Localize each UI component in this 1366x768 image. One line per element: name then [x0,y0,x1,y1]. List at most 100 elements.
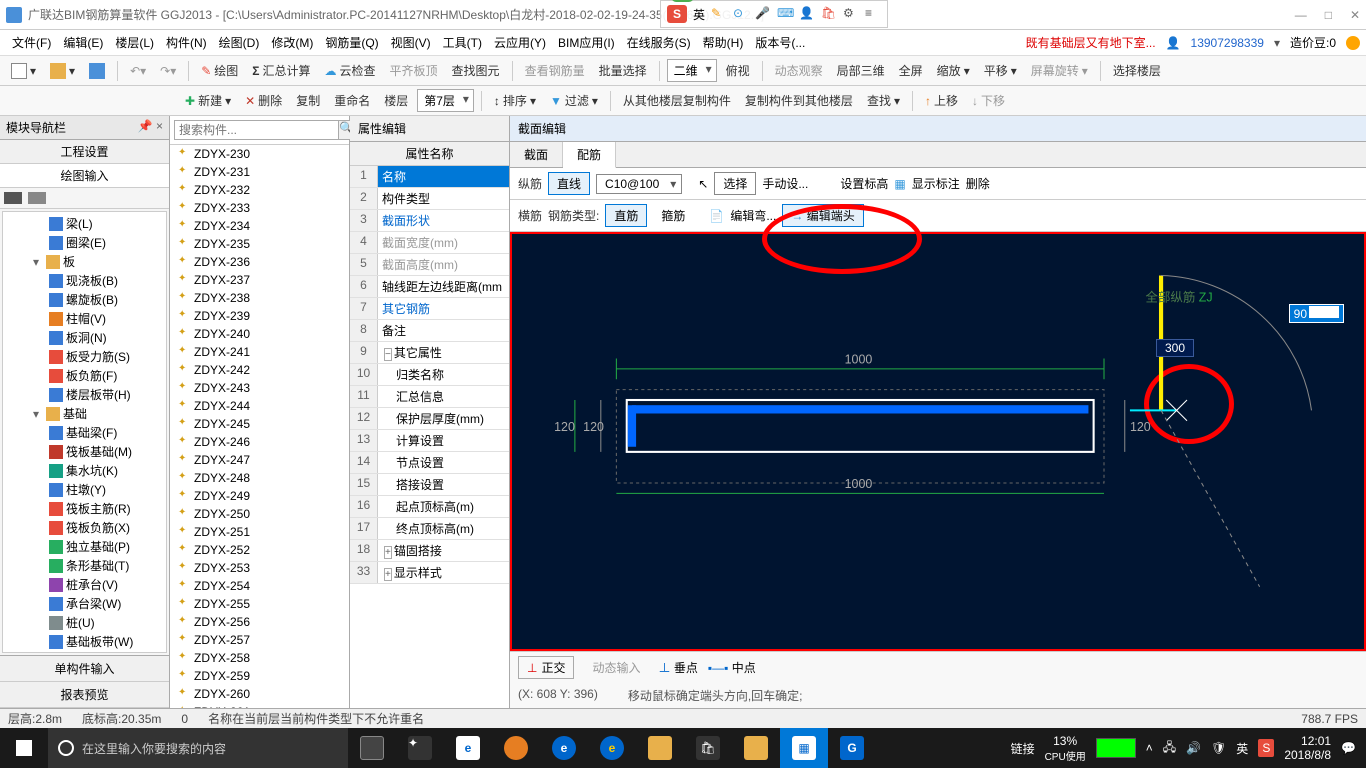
tree-node[interactable]: 独立基础(P) [5,537,164,556]
tree-node[interactable]: 梁(L) [5,214,164,233]
app-g[interactable]: G [828,728,876,768]
taskbar-search[interactable]: 在这里输入你要搜索的内容 [48,728,348,768]
select-floor-button[interactable]: 选择楼层 [1108,59,1166,82]
dyninput-toggle[interactable]: 动态输入 [584,657,648,678]
tree-node[interactable]: 桩(U) [5,613,164,632]
close-button[interactable]: ✕ [1350,8,1360,22]
tray-up-icon[interactable]: ˄ [1146,741,1153,755]
component-item[interactable]: ZDYX-238 [170,289,349,307]
property-row[interactable]: 11汇总信息 [350,386,509,408]
ime-settings-icon[interactable]: ⚙ [843,6,859,22]
component-item[interactable]: ZDYX-254 [170,577,349,595]
property-row[interactable]: 1名称 [350,166,509,188]
ime-opt1-icon[interactable]: ✎ [711,6,727,22]
component-item[interactable]: ZDYX-249 [170,487,349,505]
rebar-spec-combo[interactable]: C10@100 [596,174,682,194]
app-ggj[interactable]: ▦ [780,728,828,768]
tree-node[interactable]: 柱墩(Y) [5,480,164,499]
menu-item[interactable]: 视图(V) [385,33,437,53]
tree-node[interactable]: 板洞(N) [5,328,164,347]
ortho-toggle[interactable]: ⊥正交 [518,656,574,679]
property-row[interactable]: 17终点顶标高(m) [350,518,509,540]
property-row[interactable]: 14节点设置 [350,452,509,474]
menu-item[interactable]: 钢筋量(Q) [319,33,384,53]
view-steel-button[interactable]: 查看钢筋量 [520,59,590,82]
rename-button[interactable]: 重命名 [329,89,375,112]
cpu-meter[interactable]: 13%CPU使用 [1045,734,1086,763]
tray-shield-icon[interactable]: 🛡 [1211,741,1226,755]
sum-button[interactable]: Σ 汇总计算 [247,59,315,82]
property-table[interactable]: 1名称2构件类型3截面形状4截面宽度(mm)5截面高度(mm)6轴线距左边线距离… [350,166,509,708]
tray-lang[interactable]: 英 [1236,740,1248,757]
property-row[interactable]: 15搭接设置 [350,474,509,496]
copy-comp-button[interactable]: 复制 [291,89,325,112]
cloud-check-button[interactable]: ☁云检查 [320,59,381,82]
tree-node[interactable]: 条形基础(T) [5,556,164,575]
app-explorer[interactable] [636,728,684,768]
component-item[interactable]: ZDYX-256 [170,613,349,631]
bird-view-button[interactable]: 俯视 [721,59,755,82]
app-edge[interactable]: e [444,728,492,768]
component-item[interactable]: ZDYX-246 [170,433,349,451]
menu-item[interactable]: 构件(N) [160,33,213,53]
property-row[interactable]: 9−其它属性 [350,342,509,364]
property-row[interactable]: 16起点顶标高(m) [350,496,509,518]
tree-node[interactable]: 板负筋(F) [5,366,164,385]
component-item[interactable]: ZDYX-236 [170,253,349,271]
ime-shop-icon[interactable]: 🛍 [821,6,837,22]
delete-comp-button[interactable]: ✕删除 [240,89,287,112]
component-item[interactable]: ZDYX-230 [170,145,349,163]
ime-bar[interactable]: 67 S 英 ✎ ⊙ 🎤 ⌨ 👤 🛍 ⚙ ≡ [660,0,888,28]
property-row[interactable]: 10归类名称 [350,364,509,386]
tree-node[interactable]: 集水坑(K) [5,461,164,480]
component-items[interactable]: ZDYX-230ZDYX-231ZDYX-232ZDYX-233ZDYX-234… [170,145,349,708]
tree-node[interactable]: 筏板主筋(R) [5,499,164,518]
ime-lang[interactable]: 英 [693,6,705,23]
menu-item[interactable]: 云应用(Y) [488,33,552,53]
notice-text[interactable]: 既有基础层又有地下室... [1026,34,1156,51]
component-item[interactable]: ZDYX-237 [170,271,349,289]
app-note[interactable] [732,728,780,768]
pan-button[interactable]: 平移▾ [979,59,1022,82]
save-button[interactable] [84,60,110,82]
tree-node[interactable]: 圈梁(E) [5,233,164,252]
component-item[interactable]: ZDYX-234 [170,217,349,235]
bean-icon[interactable] [1346,36,1360,50]
new-comp-button[interactable]: ✚新建▾ [180,89,236,112]
menu-item[interactable]: 文件(F) [6,33,57,53]
ime-user-icon[interactable]: 👤 [799,6,815,22]
filter-button[interactable]: ▼过滤▾ [545,89,603,112]
ime-keyboard-icon[interactable]: ⌨ [777,6,793,22]
app-ie[interactable]: e [588,728,636,768]
component-item[interactable]: ZDYX-239 [170,307,349,325]
component-item[interactable]: ZDYX-240 [170,325,349,343]
property-row[interactable]: 2构件类型 [350,188,509,210]
property-row[interactable]: 8备注 [350,320,509,342]
tab-settings[interactable]: 工程设置 [0,140,169,164]
tray-clock[interactable]: 12:012018/8/8 [1284,734,1331,763]
tab-single-input[interactable]: 单构件输入 [0,656,169,682]
user-id[interactable]: 13907298339 [1191,36,1264,50]
menu-item[interactable]: 修改(M) [265,33,319,53]
flat-button[interactable]: 平齐板顶 [385,59,443,82]
property-row[interactable]: 5截面高度(mm) [350,254,509,276]
component-item[interactable]: ZDYX-251 [170,523,349,541]
move-down-button[interactable]: ↓下移 [967,89,1010,112]
tray-notifications-icon[interactable]: 💬 [1341,741,1356,755]
showmark-button[interactable]: 显示标注 [912,175,960,192]
component-item[interactable]: ZDYX-241 [170,343,349,361]
property-row[interactable]: 33+显示样式 [350,562,509,584]
zoom-button[interactable]: 缩放▾ [932,59,975,82]
component-item[interactable]: ZDYX-244 [170,397,349,415]
undo-button[interactable]: ↶▾ [125,61,151,81]
component-item[interactable]: ZDYX-258 [170,649,349,667]
start-button[interactable] [0,728,48,768]
component-item[interactable]: ZDYX-261 [170,703,349,708]
local-3d-button[interactable]: 局部三维 [832,59,890,82]
nav-tree[interactable]: 梁(L)圈梁(E)▾板现浇板(B)螺旋板(B)柱帽(V)板洞(N)板受力筋(S)… [2,211,167,653]
menu-item[interactable]: 楼层(L) [109,33,160,53]
component-item[interactable]: ZDYX-259 [170,667,349,685]
draw-button[interactable]: ✎绘图 [196,59,243,82]
component-item[interactable]: ZDYX-247 [170,451,349,469]
delete-rebar-button[interactable]: 删除 [966,175,990,192]
